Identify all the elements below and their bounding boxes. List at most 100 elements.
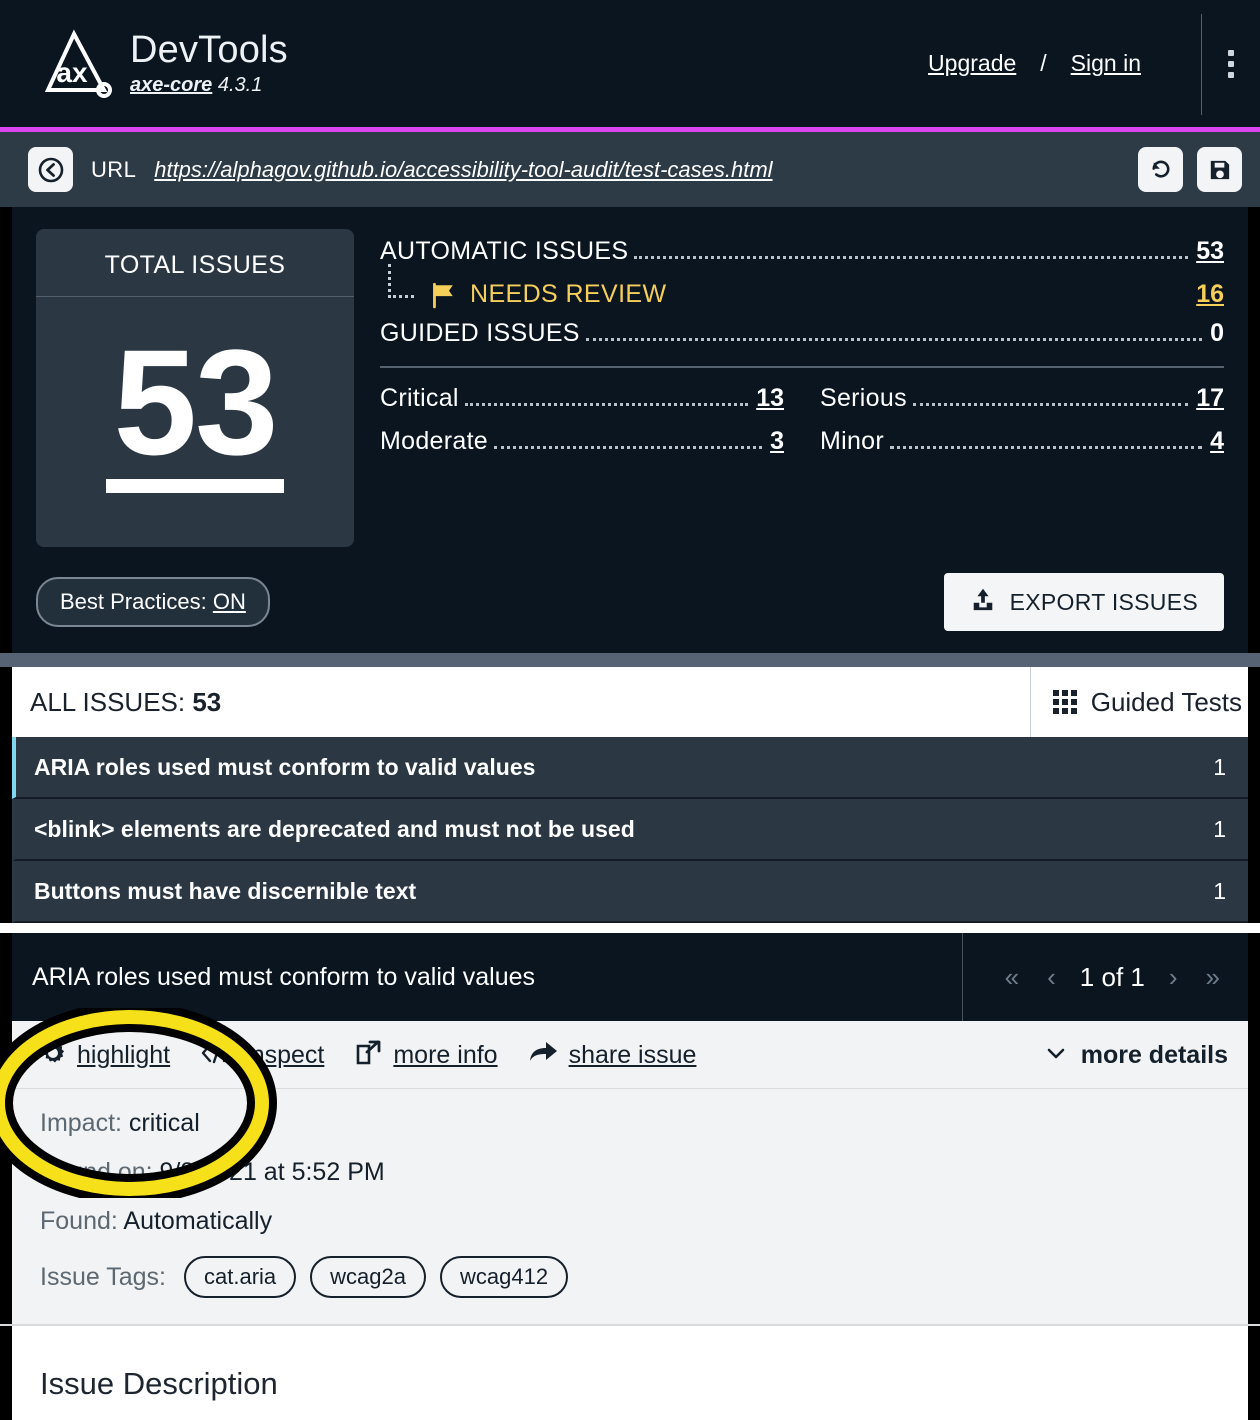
found-line: Found: Automatically <box>40 1207 1220 1236</box>
prev-page-button[interactable]: ‹ <box>1033 958 1070 996</box>
stat-automatic-issues: AUTOMATIC ISSUES 53 <box>380 237 1224 266</box>
issue-count: 1 <box>1213 753 1226 780</box>
sign-in-link[interactable]: Sign in <box>1069 46 1143 81</box>
svg-text:ax: ax <box>56 57 88 88</box>
all-issues-count: 53 <box>192 686 222 717</box>
product-name[interactable]: axe-core <box>130 74 212 96</box>
leader-dots <box>634 256 1189 259</box>
stat-label: AUTOMATIC ISSUES <box>380 237 629 265</box>
issue-name: ARIA roles used must conform to valid va… <box>34 753 536 780</box>
table-row[interactable]: <blink> elements are deprecated and must… <box>12 799 1248 861</box>
code-brackets-icon <box>200 1041 234 1070</box>
impact-value: critical <box>128 1109 200 1137</box>
issue-name: <blink> elements are deprecated and must… <box>34 815 635 842</box>
next-page-button[interactable]: › <box>1155 958 1192 996</box>
product-version: axe-core 4.3.1 <box>130 74 288 96</box>
url-value[interactable]: https://alphagov.github.io/accessibility… <box>154 157 772 183</box>
last-page-button[interactable]: » <box>1192 958 1234 996</box>
section-divider <box>0 653 1260 667</box>
all-issues-label: ALL ISSUES: 53 <box>12 687 1030 718</box>
share-issue-label: share issue <box>568 1041 697 1069</box>
more-info-label: more info <box>393 1041 498 1069</box>
pagination: « ‹ 1 of 1 › » <box>961 933 1248 1021</box>
stat-value[interactable]: 4 <box>1210 427 1224 456</box>
gear-icon <box>40 1040 66 1071</box>
chevron-down-icon <box>1044 1041 1068 1070</box>
first-page-button[interactable]: « <box>991 958 1033 996</box>
needs-review-label: NEEDS REVIEW <box>470 280 667 308</box>
inspect-button[interactable]: inspect <box>200 1041 324 1070</box>
highlight-button[interactable]: highlight <box>40 1040 170 1071</box>
more-details-label: more details <box>1080 1041 1228 1069</box>
issue-actions-toolbar: highlight inspect more info share issue … <box>12 1021 1248 1089</box>
stat-label: Serious <box>820 384 907 412</box>
found-on-value: 9/8/2021 at 5:52 PM <box>159 1158 385 1186</box>
impact-line: Impact: critical <box>40 1109 1220 1138</box>
version-number: 4.3.1 <box>217 74 263 97</box>
highlight-label: highlight <box>77 1041 171 1069</box>
best-practices-value: ON <box>212 589 246 614</box>
issue-tag[interactable]: wcag412 <box>440 1256 569 1298</box>
flag-icon <box>428 281 456 309</box>
share-issue-button[interactable]: share issue <box>528 1040 697 1071</box>
found-on-label: Found on: <box>40 1158 160 1186</box>
export-issues-button[interactable]: EXPORT ISSUES <box>943 573 1224 631</box>
stat-guided-issues: GUIDED ISSUES 0 <box>380 319 1224 348</box>
issue-count: 1 <box>1213 815 1226 842</box>
header-actions: Upgrade / Sign in <box>926 0 1260 127</box>
issue-detail-body: highlight inspect more info share issue … <box>0 1021 1260 1324</box>
summary-bottom: Best Practices: ON EXPORT ISSUES <box>36 573 1224 631</box>
stat-critical: Critical 13 <box>380 384 784 413</box>
issue-tag[interactable]: cat.aria <box>184 1256 297 1298</box>
leader-dots <box>912 403 1189 406</box>
brand: ax DevTools axe-core 4.3.1 <box>38 28 288 100</box>
issue-description-section: Issue Description <box>0 1326 1260 1420</box>
leader-dots <box>494 446 763 449</box>
total-issues-label: TOTAL ISSUES <box>36 229 354 297</box>
table-row[interactable]: ARIA roles used must conform to valid va… <box>12 737 1248 799</box>
summary-top: TOTAL ISSUES 53 AUTOMATIC ISSUES 53 NEED… <box>36 229 1224 547</box>
detail-divider <box>0 923 1260 933</box>
summary-panel: TOTAL ISSUES 53 AUTOMATIC ISSUES 53 NEED… <box>0 207 1260 653</box>
total-issues-value-wrap: 53 <box>36 297 354 547</box>
stat-minor: Minor 4 <box>820 427 1224 456</box>
more-details-toggle[interactable]: more details <box>1044 1041 1228 1070</box>
save-floppy-icon[interactable] <box>1197 147 1242 192</box>
found-label: Found: <box>40 1207 124 1235</box>
kebab-menu-icon[interactable] <box>1202 34 1260 94</box>
stat-value: 0 <box>1210 319 1224 347</box>
more-info-button[interactable]: more info <box>354 1039 498 1072</box>
stat-value[interactable]: 53 <box>1196 237 1224 266</box>
external-link-icon <box>354 1039 382 1072</box>
export-issues-label: EXPORT ISSUES <box>1009 588 1198 615</box>
issue-list: ARIA roles used must conform to valid va… <box>0 737 1260 923</box>
stat-label: Critical <box>380 384 459 412</box>
stats-divider <box>380 366 1224 368</box>
stat-value[interactable]: 17 <box>1196 384 1224 413</box>
stat-label: Moderate <box>380 427 489 455</box>
reload-icon[interactable] <box>1138 147 1183 192</box>
tree-branch-icon <box>388 263 414 298</box>
needs-review-value[interactable]: 16 <box>1196 280 1224 309</box>
axe-logo-icon: ax <box>38 28 112 100</box>
back-arrow-icon[interactable] <box>28 147 73 192</box>
stat-needs-review: NEEDS REVIEW 16 <box>380 263 1224 309</box>
guided-tests-label: Guided Tests <box>1090 686 1242 717</box>
stat-value[interactable]: 3 <box>770 427 784 456</box>
stat-value[interactable]: 13 <box>756 384 784 413</box>
best-practices-toggle[interactable]: Best Practices: ON <box>36 577 270 627</box>
guided-tests-button[interactable]: Guided Tests <box>1029 667 1248 737</box>
share-arrow-icon <box>528 1040 558 1071</box>
found-on-line: Found on: 9/8/2021 at 5:52 PM <box>40 1158 1220 1187</box>
issue-tags-label: Issue Tags: <box>40 1262 167 1291</box>
leader-dots <box>464 403 749 406</box>
table-row[interactable]: Buttons must have discernible text 1 <box>12 861 1248 923</box>
all-issues-prefix: ALL ISSUES: <box>30 686 193 717</box>
url-label: URL <box>91 156 137 182</box>
issue-tag[interactable]: wcag2a <box>310 1256 427 1298</box>
issue-metadata: Impact: critical Found on: 9/8/2021 at 5… <box>12 1089 1248 1324</box>
export-upload-icon <box>970 586 996 618</box>
severity-row-1: Critical 13 Serious 17 <box>380 384 1224 413</box>
issue-stats: AUTOMATIC ISSUES 53 NEEDS REVIEW 16 GUID… <box>380 229 1224 547</box>
upgrade-link[interactable]: Upgrade <box>926 46 1018 81</box>
